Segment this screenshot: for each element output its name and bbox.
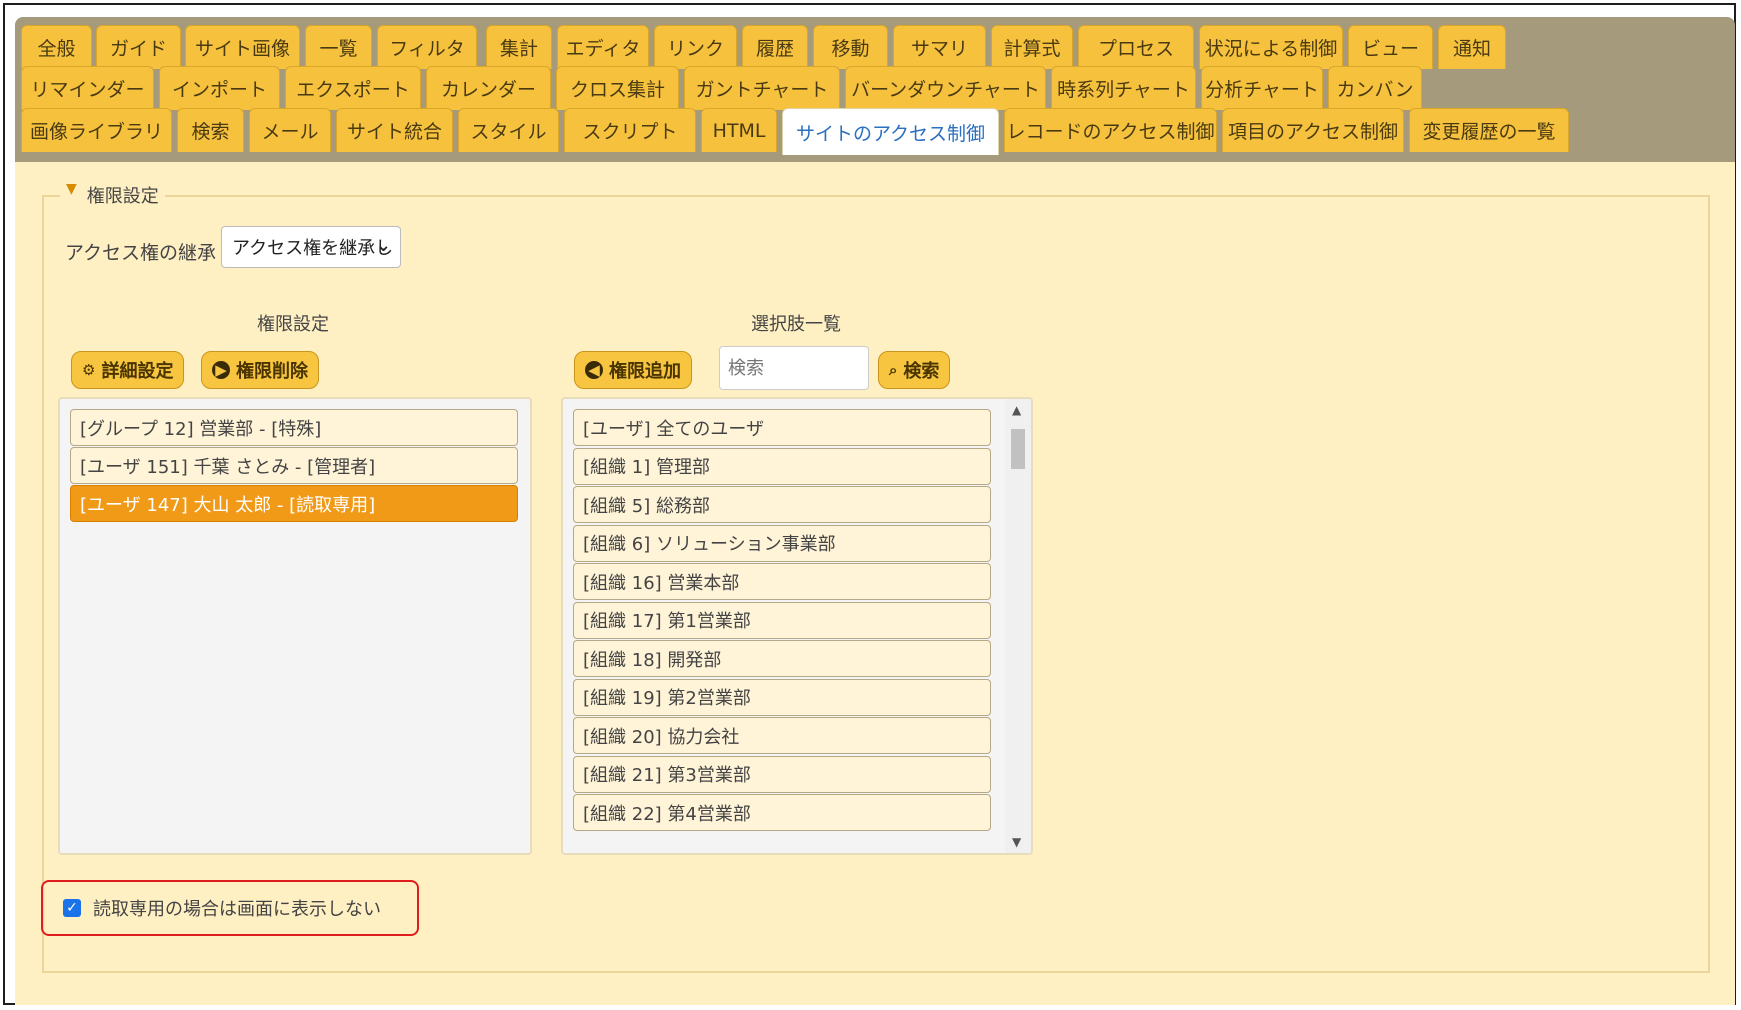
advanced-settings-button[interactable]: ⚙ 詳細設定 bbox=[71, 351, 185, 389]
tab-row1-4[interactable]: 一覧 bbox=[305, 25, 372, 69]
tab-row1-6[interactable]: 集計 bbox=[486, 25, 552, 69]
current-permissions-list[interactable]: [グループ 12] 営業部 - [特殊] [ユーザ 151] 千葉 さとみ - [… bbox=[58, 397, 532, 855]
tab-row1-12[interactable]: 計算式 bbox=[991, 25, 1073, 69]
search-icon: ⌕ bbox=[889, 361, 898, 379]
advanced-settings-label: 詳細設定 bbox=[101, 361, 174, 382]
tab-row3-4[interactable]: サイト統合 bbox=[336, 108, 453, 152]
choice-list-item[interactable]: [ユーザ] 全てのユーザ bbox=[573, 409, 991, 446]
choice-list-item[interactable]: [組織 21] 第3営業部 bbox=[573, 755, 991, 793]
current-permissions-title: 権限設定 bbox=[257, 314, 329, 335]
tab-row2-5[interactable]: クロス集計 bbox=[556, 66, 679, 110]
tab-row3-11[interactable]: 変更履歴の一覧 bbox=[1409, 108, 1569, 152]
tab-row1-3[interactable]: サイト画像 bbox=[185, 25, 300, 69]
permission-legend[interactable]: ▼ 権限設定 bbox=[60, 181, 165, 208]
choice-list-item[interactable]: [組織 17] 第1営業部 bbox=[573, 601, 991, 639]
collapse-triangle-icon[interactable]: ▼ bbox=[66, 181, 77, 197]
permission-list-item[interactable]: [ユーザ 151] 千葉 さとみ - [管理者] bbox=[70, 447, 518, 484]
remove-permission-button[interactable]: ▶ 権限削除 bbox=[201, 351, 319, 389]
tab-row3-3[interactable]: メール bbox=[249, 108, 331, 152]
tab-row1-14[interactable]: 状況による制御 bbox=[1199, 25, 1343, 69]
tab-row1-13[interactable]: プロセス bbox=[1078, 25, 1194, 69]
arrow-left-circle-icon: ◀ bbox=[585, 361, 603, 379]
scroll-down-icon[interactable]: ▼ bbox=[1012, 835, 1021, 849]
choice-list-item[interactable]: [組織 16] 営業本部 bbox=[573, 563, 991, 600]
tab-row1-1[interactable]: 全般 bbox=[21, 25, 92, 69]
inherit-select[interactable]: アクセス権を継承し ⌄ bbox=[221, 226, 401, 268]
search-input[interactable] bbox=[719, 346, 869, 390]
inherit-label: アクセス権の継承 bbox=[65, 242, 217, 264]
tab-row1-2[interactable]: ガイド bbox=[96, 25, 181, 69]
search-label: 検索 bbox=[903, 361, 940, 382]
tab-row1-9[interactable]: 履歴 bbox=[742, 25, 808, 69]
add-permission-label: 権限追加 bbox=[609, 361, 681, 382]
tab-row3-1[interactable]: 画像ライブラリ bbox=[21, 108, 172, 152]
choices-list[interactable]: [ユーザ] 全てのユーザ [組織 1] 管理部 [組織 5] 総務部 [組織 6] ソ… bbox=[561, 397, 1033, 855]
tab-row2-1[interactable]: リマインダー bbox=[21, 66, 154, 110]
choice-list-item[interactable]: [組織 5] 総務部 bbox=[573, 486, 991, 523]
choice-list-item[interactable]: [組織 19] 第2営業部 bbox=[573, 678, 991, 716]
tab-row2-10[interactable]: カンバン bbox=[1328, 66, 1422, 110]
tab-row1-8[interactable]: リンク bbox=[654, 25, 737, 69]
scroll-thumb[interactable] bbox=[1011, 429, 1025, 469]
legend-label: 権限設定 bbox=[86, 186, 159, 207]
add-permission-button[interactable]: ◀ 権限追加 bbox=[574, 351, 692, 389]
tab-row1-10[interactable]: 移動 bbox=[813, 25, 888, 69]
choice-list-item[interactable]: [組織 1] 管理部 bbox=[573, 447, 991, 485]
tab-row1-11[interactable]: サマリ bbox=[893, 25, 986, 69]
permission-list-item[interactable]: [ユーザ 147] 大山 太郎 - [読取専用] bbox=[70, 485, 518, 522]
choice-list-item[interactable]: [組織 20] 協力会社 bbox=[573, 717, 991, 754]
tab-row1-7[interactable]: エディタ bbox=[557, 25, 649, 69]
chevron-down-icon: ⌄ bbox=[375, 235, 391, 256]
choice-list-item[interactable]: [組織 6] ソリューション事業部 bbox=[573, 524, 991, 562]
tab-row3-8[interactable]: サイトのアクセス制御 bbox=[782, 108, 999, 155]
choice-list-item[interactable]: [組織 22] 第4営業部 bbox=[573, 794, 991, 831]
tab-row3-6[interactable]: スクリプト bbox=[564, 108, 696, 152]
tab-row2-9[interactable]: 分析チャート bbox=[1201, 66, 1323, 110]
search-button[interactable]: ⌕ 検索 bbox=[878, 351, 951, 389]
remove-permission-label: 権限削除 bbox=[236, 361, 308, 382]
scrollbar[interactable]: ▲ ▼ bbox=[1005, 399, 1031, 853]
tab-row2-2[interactable]: インポート bbox=[159, 66, 280, 110]
choice-list-item[interactable]: [組織 18] 開発部 bbox=[573, 640, 991, 677]
tab-row2-8[interactable]: 時系列チャート bbox=[1051, 66, 1196, 110]
tab-row3-7[interactable]: HTML bbox=[701, 108, 777, 152]
tab-row1-16[interactable]: 通知 bbox=[1438, 25, 1506, 69]
tab-row2-3[interactable]: エクスポート bbox=[285, 66, 421, 110]
tab-row3-2[interactable]: 検索 bbox=[177, 108, 244, 152]
hide-readonly-checkbox[interactable]: ✓ bbox=[63, 899, 81, 917]
permission-list-item[interactable]: [グループ 12] 営業部 - [特殊] bbox=[70, 409, 518, 446]
tab-row3-9[interactable]: レコードのアクセス制御 bbox=[1004, 108, 1217, 152]
tab-content: ▼ 権限設定 アクセス権の継承 アクセス権を継承し ⌄ 権限設定 選択肢一覧 ⚙… bbox=[15, 162, 1735, 1005]
inherit-select-value: アクセス権を継承し bbox=[232, 238, 394, 259]
hide-readonly-option: ✓ 読取専用の場合は画面に表示しない bbox=[41, 880, 419, 936]
settings-tab-bar: 全般 ガイド サイト画像 一覧 フィルタ 集計 エディタ リンク 履歴 移動 サマリ 計算式 プロセス状… bbox=[15, 17, 1735, 162]
tab-row1-15[interactable]: ビュー bbox=[1348, 25, 1433, 69]
tab-row2-7[interactable]: バーンダウンチャート bbox=[845, 66, 1046, 110]
choices-title: 選択肢一覧 bbox=[751, 314, 841, 335]
tab-row2-4[interactable]: カレンダー bbox=[426, 66, 551, 110]
gear-icon: ⚙ bbox=[82, 361, 96, 379]
window-frame: 全般 ガイド サイト画像 一覧 フィルタ 集計 エディタ リンク 履歴 移動 サマリ 計算式 プロセス状… bbox=[3, 3, 1736, 1005]
tab-row3-10[interactable]: 項目のアクセス制御 bbox=[1222, 108, 1404, 152]
arrow-right-circle-icon: ▶ bbox=[212, 361, 230, 379]
hide-readonly-label: 読取専用の場合は画面に表示しない bbox=[93, 899, 381, 920]
tab-row2-6[interactable]: ガントチャート bbox=[684, 66, 840, 110]
tab-row3-5[interactable]: スタイル bbox=[458, 108, 559, 152]
tab-row1-5[interactable]: フィルタ bbox=[377, 25, 477, 69]
scroll-up-icon[interactable]: ▲ bbox=[1012, 403, 1021, 417]
